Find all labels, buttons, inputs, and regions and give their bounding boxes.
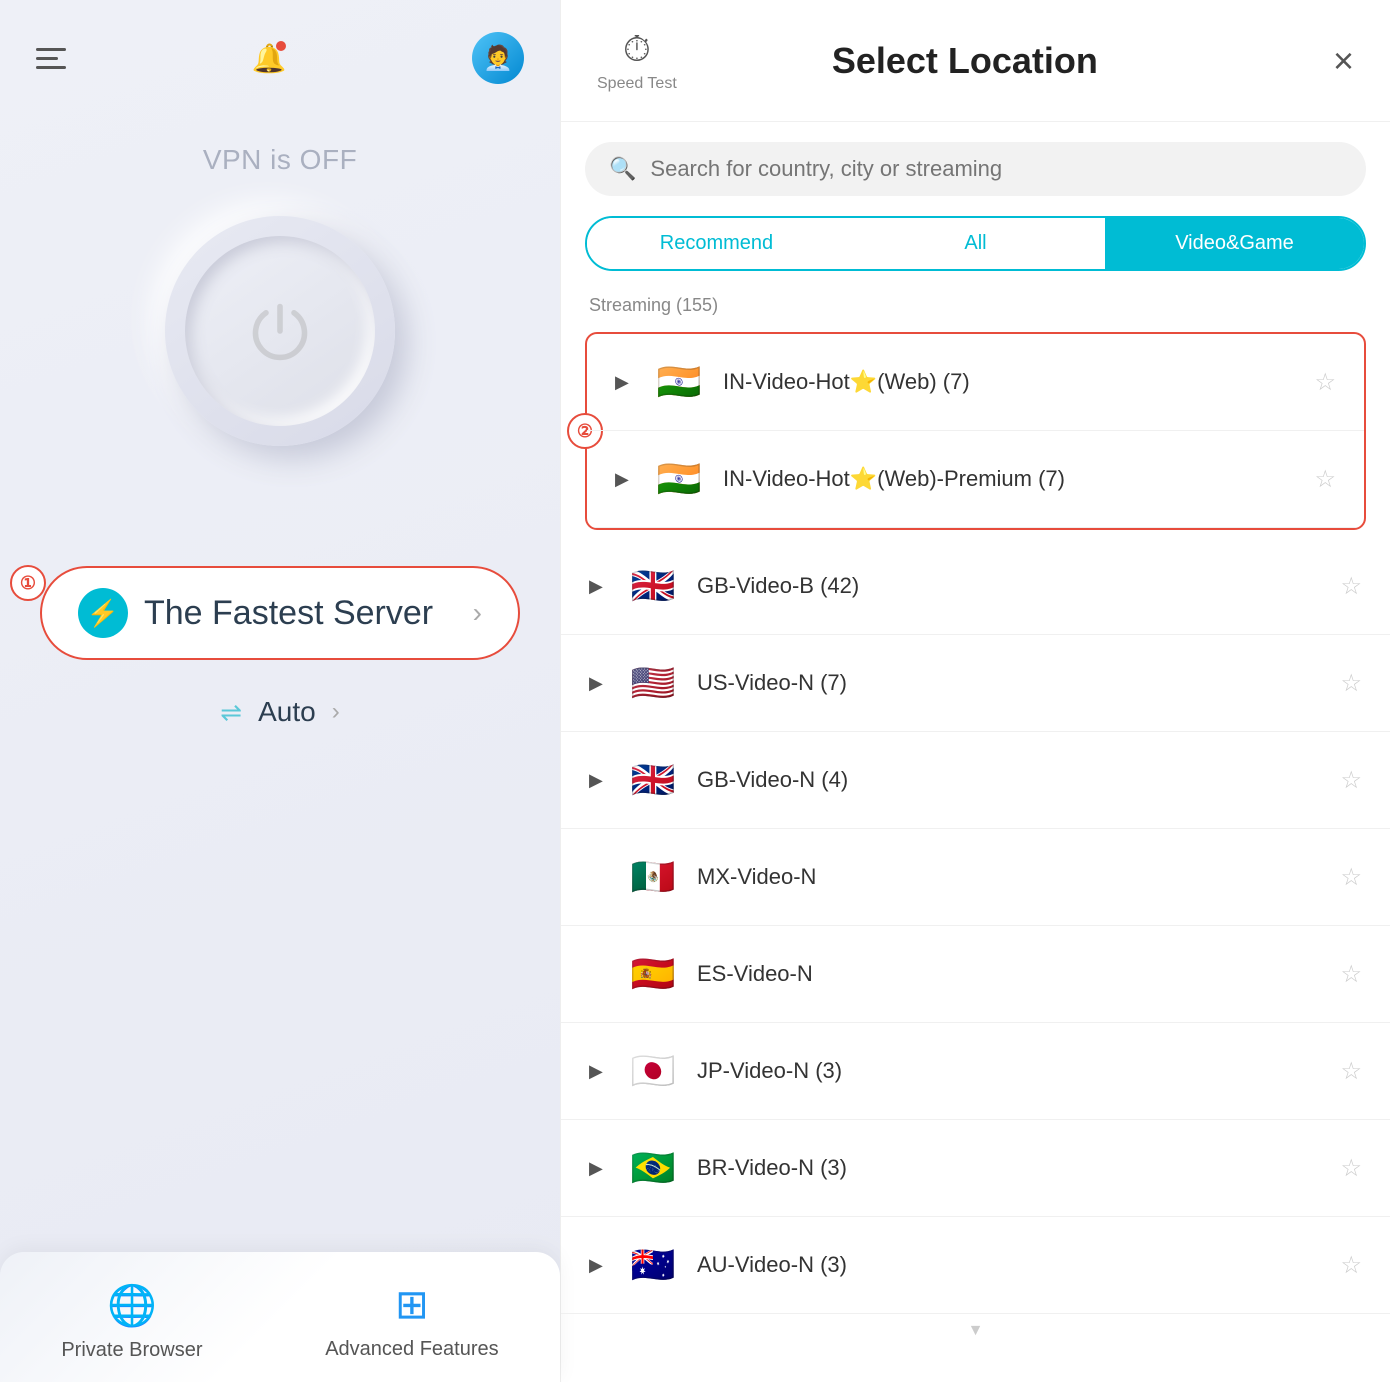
fastest-server-wrapper: ① ⚡ The Fastest Server ›: [40, 506, 520, 660]
auto-protocol-row[interactable]: ⇌ Auto ›: [220, 696, 339, 728]
close-button[interactable]: ×: [1333, 43, 1354, 79]
server-item[interactable]: ▶ 🇬🇧 GB-Video-N (4) ☆: [561, 732, 1390, 829]
search-bar[interactable]: 🔍: [585, 142, 1366, 196]
server-item[interactable]: ▶ 🇮🇳 IN-Video-Hot⭐(Web)-Premium (7) ☆: [587, 431, 1364, 528]
server-item[interactable]: ▶ 🇮🇳 IN-Video-Hot⭐(Web) (7) ☆: [587, 334, 1364, 431]
scroll-hint: ▼: [561, 1314, 1390, 1348]
auto-label: Auto: [258, 696, 316, 728]
server-item[interactable]: ▶ 🇺🇸 US-Video-N (7) ☆: [561, 635, 1390, 732]
fastest-server-arrow: ›: [473, 597, 482, 629]
left-header: 🔔 🧑‍💼: [0, 0, 560, 84]
favorite-star[interactable]: ☆: [1340, 1251, 1362, 1280]
highlighted-server-group: ② ▶ 🇮🇳 IN-Video-Hot⭐(Web) (7) ☆ ▶ 🇮🇳 IN-…: [585, 332, 1366, 530]
expand-arrow-icon: ▶: [589, 673, 609, 694]
left-panel: 🔔 🧑‍💼 VPN is OFF ① ⚡ The Fastest Server …: [0, 0, 560, 1382]
server-name: BR-Video-N (3): [697, 1155, 1322, 1181]
server-name: MX-Video-N: [697, 864, 1322, 890]
avatar[interactable]: 🧑‍💼: [472, 32, 524, 84]
menu-button[interactable]: [36, 48, 66, 69]
expand-arrow-icon: ▶: [589, 770, 609, 791]
flag-gb-2: 🇬🇧: [627, 754, 679, 806]
favorite-star[interactable]: ☆: [1314, 368, 1336, 397]
vpn-status-label: VPN is OFF: [203, 144, 357, 176]
expand-arrow-icon: ▶: [589, 576, 609, 597]
nav-private-browser[interactable]: 🌐 Private Browser: [61, 1282, 202, 1362]
lightning-icon-wrap: ⚡: [78, 588, 128, 638]
flag-es: 🇪🇸: [627, 948, 679, 1000]
lightning-icon: ⚡: [87, 598, 119, 629]
server-name: IN-Video-Hot⭐(Web)-Premium (7): [723, 466, 1296, 492]
server-name: GB-Video-B (42): [697, 573, 1322, 599]
fastest-server-label: The Fastest Server: [144, 594, 457, 633]
favorite-star[interactable]: ☆: [1340, 766, 1362, 795]
server-list: ② ▶ 🇮🇳 IN-Video-Hot⭐(Web) (7) ☆ ▶ 🇮🇳 IN-…: [561, 328, 1390, 1382]
favorite-star[interactable]: ☆: [1340, 960, 1362, 989]
server-name: ES-Video-N: [697, 961, 1322, 987]
flag-mx: 🇲🇽: [627, 851, 679, 903]
tab-recommend[interactable]: Recommend: [587, 218, 846, 269]
server-name: GB-Video-N (4): [697, 767, 1322, 793]
expand-arrow-icon: ▶: [615, 372, 635, 393]
auto-arrow: ›: [332, 698, 340, 726]
server-item[interactable]: ▶ 🇦🇺 AU-Video-N (3) ☆: [561, 1217, 1390, 1314]
fastest-server-button[interactable]: ⚡ The Fastest Server ›: [40, 566, 520, 660]
highlighted-border: ▶ 🇮🇳 IN-Video-Hot⭐(Web) (7) ☆ ▶ 🇮🇳 IN-Vi…: [585, 332, 1366, 530]
server-name: US-Video-N (7): [697, 670, 1322, 696]
flag-au: 🇦🇺: [627, 1239, 679, 1291]
expand-arrow-icon: ▶: [589, 1255, 609, 1276]
flag-gb-1: 🇬🇧: [627, 560, 679, 612]
flag-br: 🇧🇷: [627, 1142, 679, 1194]
flag-in-2: 🇮🇳: [653, 453, 705, 505]
private-browser-icon: 🌐: [107, 1282, 157, 1329]
favorite-star[interactable]: ☆: [1314, 465, 1336, 494]
right-header: ⏱ Speed Test Select Location ×: [561, 0, 1390, 122]
favorite-star[interactable]: ☆: [1340, 1154, 1362, 1183]
protocol-icon: ⇌: [220, 697, 242, 728]
bottom-nav: 🌐 Private Browser ⊞ Advanced Features: [0, 1252, 560, 1382]
nav-advanced-features[interactable]: ⊞ Advanced Features: [325, 1282, 498, 1361]
tab-row: Recommend All Video&Game: [585, 216, 1366, 271]
server-item[interactable]: ▶ 🇬🇧 GB-Video-B (42) ☆: [561, 538, 1390, 635]
advanced-features-icon: ⊞: [395, 1282, 429, 1328]
flag-in-1: 🇮🇳: [653, 356, 705, 408]
favorite-star[interactable]: ☆: [1340, 669, 1362, 698]
flag-us: 🇺🇸: [627, 657, 679, 709]
tab-video-game[interactable]: Video&Game: [1105, 218, 1364, 269]
power-button[interactable]: [165, 216, 395, 446]
notification-bell[interactable]: 🔔: [248, 37, 290, 79]
private-browser-label: Private Browser: [61, 1339, 202, 1362]
server-item[interactable]: ▶ 🇧🇷 BR-Video-N (3) ☆: [561, 1120, 1390, 1217]
expand-arrow-icon: ▶: [589, 1158, 609, 1179]
server-item[interactable]: ▶ 🇲🇽 MX-Video-N ☆: [561, 829, 1390, 926]
search-input[interactable]: [650, 156, 1342, 182]
right-panel: ⏱ Speed Test Select Location × 🔍 Recomme…: [560, 0, 1390, 1382]
search-icon: 🔍: [609, 156, 636, 182]
annotation-badge-1: ①: [10, 565, 46, 601]
favorite-star[interactable]: ☆: [1340, 572, 1362, 601]
expand-arrow-icon: ▶: [615, 469, 635, 490]
server-name: IN-Video-Hot⭐(Web) (7): [723, 369, 1296, 395]
expand-arrow-icon: ▶: [589, 1061, 609, 1082]
server-item[interactable]: ▶ 🇯🇵 JP-Video-N (3) ☆: [561, 1023, 1390, 1120]
favorite-star[interactable]: ☆: [1340, 863, 1362, 892]
server-name: AU-Video-N (3): [697, 1252, 1322, 1278]
advanced-features-label: Advanced Features: [325, 1338, 498, 1361]
notification-badge: [276, 41, 286, 51]
server-item[interactable]: ▶ 🇪🇸 ES-Video-N ☆: [561, 926, 1390, 1023]
flag-jp: 🇯🇵: [627, 1045, 679, 1097]
server-name: JP-Video-N (3): [697, 1058, 1322, 1084]
favorite-star[interactable]: ☆: [1340, 1057, 1362, 1086]
power-icon: [245, 296, 315, 366]
streaming-header: Streaming (155): [561, 287, 1390, 328]
tab-all[interactable]: All: [846, 218, 1105, 269]
panel-title: Select Location: [617, 40, 1313, 82]
